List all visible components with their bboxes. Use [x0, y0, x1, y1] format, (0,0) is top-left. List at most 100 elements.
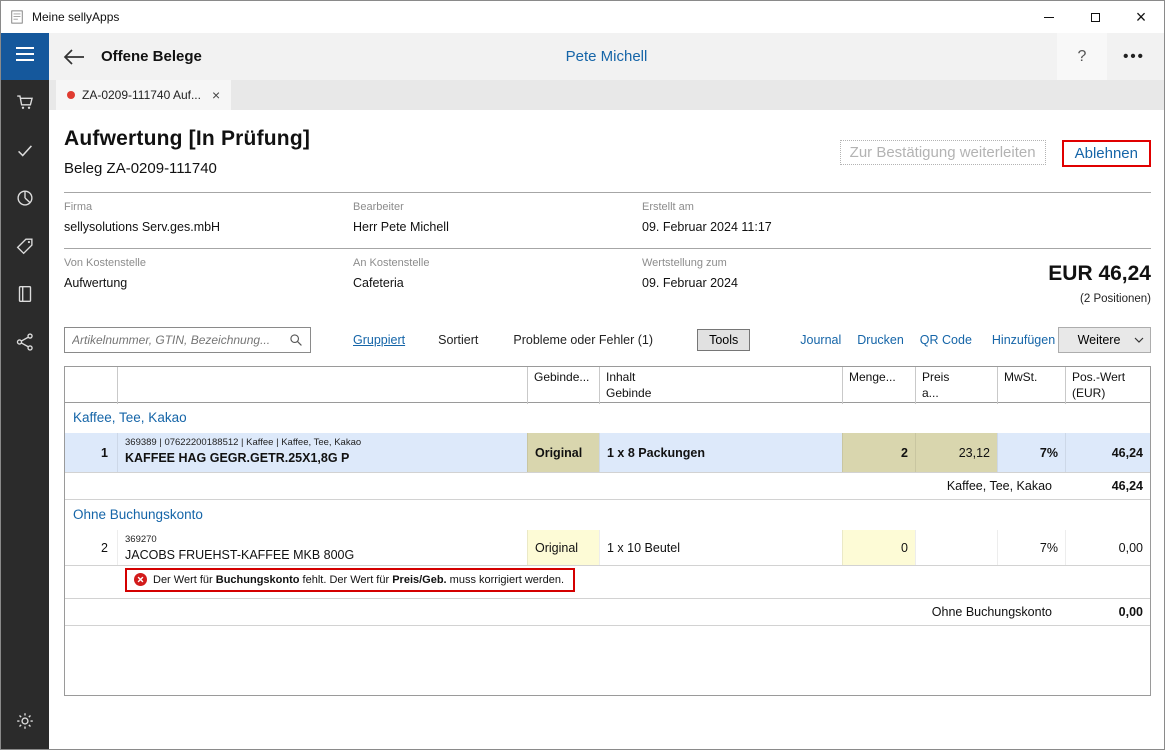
- maximize-button[interactable]: [1072, 1, 1118, 33]
- field-value: Aufwertung: [64, 276, 353, 290]
- article-cell: 369389 | 07622200188512 | Kaffee | Kaffe…: [117, 433, 527, 472]
- wert-cell: 46,24: [1065, 433, 1150, 472]
- mwst-cell: 7%: [997, 433, 1065, 472]
- search-input[interactable]: [72, 333, 289, 347]
- forward-for-approval-button[interactable]: Zur Bestätigung weiterleiten: [840, 140, 1046, 165]
- field-label: Firma: [64, 201, 353, 213]
- grouped-toggle[interactable]: Gruppiert: [353, 333, 405, 347]
- checkmark-icon: [14, 139, 36, 166]
- row-number: 2: [65, 530, 117, 565]
- document-header: Aufwertung [In Prüfung] Beleg ZA-0209-11…: [64, 127, 1151, 177]
- positions-table: Gebinde... InhaltGebinde Menge... Preisa…: [64, 366, 1151, 696]
- minimize-icon: [1044, 17, 1054, 18]
- field-bearbeiter: Bearbeiter Herr Pete Michell: [353, 201, 642, 234]
- wert-cell: 0,00: [1065, 530, 1150, 565]
- tab-close-icon[interactable]: ×: [212, 88, 220, 102]
- app-window: Meine sellyApps ×: [0, 0, 1165, 750]
- total-block: EUR 46,24 (2 Positionen): [1048, 262, 1151, 305]
- group-header-ohne-buchungskonto[interactable]: Ohne Buchungskonto: [65, 500, 1150, 530]
- gebinde-cell: Original: [527, 433, 599, 472]
- article-meta: 369270: [125, 534, 520, 545]
- search-icon[interactable]: [289, 333, 303, 347]
- field-firma: Firma sellysolutions Serv.ges.mbH: [64, 201, 353, 234]
- group-header-kaffee[interactable]: Kaffee, Tee, Kakao: [65, 403, 1150, 433]
- row-number: 1: [65, 433, 117, 472]
- col-header-gebinde: Gebinde...: [527, 367, 599, 404]
- inhalt-cell: 1 x 8 Packungen: [599, 433, 842, 472]
- close-icon: ×: [1136, 8, 1147, 26]
- subtotal-label: Ohne Buchungskonto: [65, 605, 1065, 619]
- article-name: JACOBS FRUEHST-KAFFEE MKB 800G: [125, 548, 520, 562]
- col-header-num: [65, 367, 117, 404]
- sidebar-item-tasks[interactable]: [1, 128, 49, 176]
- print-link[interactable]: Drucken: [857, 333, 904, 347]
- article-cell: 369270 JACOBS FRUEHST-KAFFEE MKB 800G: [117, 530, 527, 565]
- article-name: KAFFEE HAG GEGR.GETR.25X1,8G P: [125, 451, 520, 465]
- current-user[interactable]: Pete Michell: [49, 48, 1164, 65]
- table-header-row: Gebinde... InhaltGebinde Menge... Preisa…: [65, 367, 1150, 403]
- sidebar-item-reports[interactable]: [1, 176, 49, 224]
- app-header: Pete Michell Offene Belege ? •••: [49, 33, 1164, 80]
- journal-link[interactable]: Journal: [800, 333, 841, 347]
- field-value: sellysolutions Serv.ges.mbH: [64, 220, 353, 234]
- error-text: Der Wert für Buchungskonto fehlt. Der We…: [153, 574, 564, 586]
- error-icon: [134, 573, 147, 586]
- inhalt-cell: 1 x 10 Beutel: [599, 530, 842, 565]
- sidebar-item-cart[interactable]: [1, 80, 49, 128]
- document-tab[interactable]: ZA-0209-111740 Auf... ×: [56, 80, 231, 110]
- sidebar-item-settings[interactable]: [1, 699, 49, 747]
- help-button[interactable]: ?: [1057, 33, 1107, 80]
- more-actions-dropdown[interactable]: Weitere: [1058, 327, 1151, 353]
- table-empty-area: [65, 626, 1150, 695]
- window-title: Meine sellyApps: [32, 10, 119, 24]
- close-button[interactable]: ×: [1118, 1, 1164, 33]
- book-icon: [14, 283, 36, 310]
- field-row-1: Firma sellysolutions Serv.ges.mbH Bearbe…: [64, 192, 1151, 248]
- add-item-link[interactable]: Hinzufügen: [992, 333, 1055, 347]
- field-von-kostenstelle: Von Kostenstelle Aufwertung: [64, 257, 353, 290]
- menge-cell: 0: [842, 530, 915, 565]
- search-box: [64, 327, 311, 353]
- document-view: Aufwertung [In Prüfung] Beleg ZA-0209-11…: [49, 110, 1164, 749]
- titlebar: Meine sellyApps ×: [1, 1, 1164, 33]
- field-erstellt-am: Erstellt am 09. Februar 2024 11:17: [642, 201, 1151, 234]
- col-header-mwst: MwSt.: [997, 367, 1065, 404]
- document-number: Beleg ZA-0209-111740: [64, 160, 310, 177]
- field-label: An Kostenstelle: [353, 257, 642, 269]
- gear-icon: [14, 710, 36, 737]
- qr-code-link[interactable]: QR Code: [920, 333, 972, 347]
- preis-cell: [915, 530, 997, 565]
- document-title: Aufwertung [In Prüfung]: [64, 127, 310, 151]
- document-fields: Firma sellysolutions Serv.ges.mbH Bearbe…: [64, 192, 1151, 304]
- col-header-preis: Preisa...: [915, 367, 997, 404]
- problems-filter[interactable]: Probleme oder Fehler (1): [513, 333, 653, 347]
- field-label: Erstellt am: [642, 201, 1151, 213]
- sidebar-item-journal[interactable]: [1, 272, 49, 320]
- document-titles: Aufwertung [In Prüfung] Beleg ZA-0209-11…: [64, 127, 310, 177]
- sorted-toggle[interactable]: Sortiert: [438, 333, 478, 347]
- sidebar-nav: [1, 80, 49, 368]
- chevron-down-icon: [1128, 328, 1150, 352]
- subtotal-row-kaffee: Kaffee, Tee, Kakao 46,24: [65, 473, 1150, 500]
- sidebar: [1, 33, 49, 749]
- col-header-inhalt: InhaltGebinde: [599, 367, 842, 404]
- table-row-2[interactable]: 2 369270 JACOBS FRUEHST-KAFFEE MKB 800G …: [65, 530, 1150, 566]
- field-label: Von Kostenstelle: [64, 257, 353, 269]
- tools-button[interactable]: Tools: [697, 329, 750, 351]
- subtotal-row-ohne-buchungskonto: Ohne Buchungskonto 0,00: [65, 599, 1150, 626]
- sidebar-item-articles[interactable]: [1, 224, 49, 272]
- table-row-1[interactable]: 1 369389 | 07622200188512 | Kaffee | Kaf…: [65, 433, 1150, 473]
- total-amount: EUR 46,24: [1048, 262, 1151, 286]
- more-options-button[interactable]: •••: [1110, 33, 1158, 80]
- cart-icon: [14, 91, 36, 118]
- sidebar-item-share[interactable]: [1, 320, 49, 368]
- tag-icon: [14, 235, 36, 262]
- tab-label: ZA-0209-111740 Auf...: [82, 88, 201, 102]
- gebinde-cell: Original: [527, 530, 599, 565]
- reject-button[interactable]: Ablehnen: [1062, 140, 1151, 167]
- subtotal-label: Kaffee, Tee, Kakao: [65, 479, 1065, 493]
- menu-button[interactable]: [1, 33, 49, 80]
- minimize-button[interactable]: [1026, 1, 1072, 33]
- menge-cell: 2: [842, 433, 915, 472]
- field-an-kostenstelle: An Kostenstelle Cafeteria: [353, 257, 642, 290]
